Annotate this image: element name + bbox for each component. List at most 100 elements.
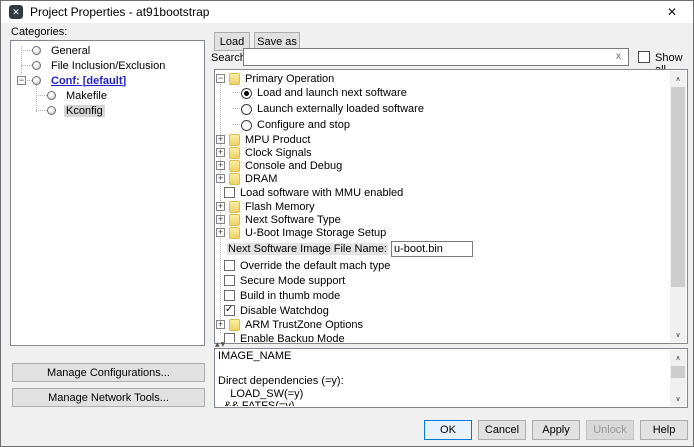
expand-toggle-icon[interactable]: +	[216, 135, 225, 144]
config-label[interactable]: Load and launch next software	[257, 87, 407, 99]
config-row-arm-trustzone-options[interactable]: + ARM TrustZone Options	[216, 318, 670, 331]
config-row-console-and-debug[interactable]: + Console and Debug	[216, 159, 670, 172]
config-label[interactable]: Secure Mode support	[240, 275, 345, 287]
scrollbar-thumb[interactable]	[671, 366, 685, 378]
collapse-toggle-icon[interactable]: −	[216, 74, 225, 83]
category-label[interactable]: File Inclusion/Exclusion	[49, 60, 167, 72]
sidebar-item-file-inclusion-exclusion[interactable]: File Inclusion/Exclusion	[11, 58, 204, 73]
expand-toggle-icon[interactable]: +	[216, 174, 225, 183]
config-row-mpu-product[interactable]: + MPU Product	[216, 133, 670, 146]
radio-button[interactable]	[241, 88, 252, 99]
scroll-up-icon[interactable]: ∧	[670, 71, 686, 86]
config-label[interactable]: Next Software Image File Name:	[227, 243, 388, 255]
expand-toggle-icon[interactable]: +	[216, 202, 225, 211]
config-row-primary-operation[interactable]: − Primary Operation	[216, 72, 670, 85]
scroll-down-icon[interactable]: ∨	[670, 391, 686, 406]
config-row-override-the-default-mach-type[interactable]: Override the default mach type	[216, 258, 670, 273]
checkbox[interactable]	[224, 290, 235, 301]
radio-button[interactable]	[241, 120, 252, 131]
config-label[interactable]: MPU Product	[245, 134, 310, 146]
config-group-icon	[229, 73, 240, 85]
config-label[interactable]: Next Software Type	[245, 214, 341, 226]
config-label[interactable]: Clock Signals	[245, 147, 312, 159]
ok-button[interactable]: OK	[424, 420, 472, 440]
config-row-flash-memory[interactable]: + Flash Memory	[216, 200, 670, 213]
categories-tree: General File Inclusion/Exclusion − Conf: [d…	[10, 40, 205, 346]
manage-network-tools-button[interactable]: Manage Network Tools...	[12, 388, 205, 407]
config-row-load-software-with-mmu-enabled[interactable]: Load software with MMU enabled	[216, 185, 670, 200]
category-node-icon	[32, 46, 41, 55]
apply-button[interactable]: Apply	[532, 420, 580, 440]
category-node-icon	[47, 106, 56, 115]
config-row-configure-and-stop[interactable]: Configure and stop	[216, 117, 670, 133]
symbol-help-panel: IMAGE_NAME Direct dependencies (=y): LOA…	[214, 348, 688, 408]
search-input[interactable]	[243, 48, 629, 66]
config-row-load-and-launch-next-software[interactable]: Load and launch next software	[216, 85, 670, 101]
config-label[interactable]: Build in thumb mode	[240, 290, 340, 302]
checkbox[interactable]	[224, 275, 235, 286]
scroll-up-icon[interactable]: ∧	[670, 350, 686, 365]
config-label[interactable]: Flash Memory	[245, 201, 315, 213]
config-row-enable-backup-mode[interactable]: Enable Backup Mode	[216, 331, 670, 342]
sidebar-item-conf-default[interactable]: − Conf: [default]	[11, 73, 204, 88]
config-label[interactable]: Load software with MMU enabled	[240, 187, 403, 199]
category-label[interactable]: Kconfig	[64, 105, 105, 117]
checkbox[interactable]	[224, 187, 235, 198]
config-row-next-software-image-file-name[interactable]: Next Software Image File Name:	[216, 239, 670, 258]
category-node-icon	[32, 76, 41, 85]
config-row-dram[interactable]: + DRAM	[216, 172, 670, 185]
config-label[interactable]: Disable Watchdog	[240, 305, 329, 317]
clear-search-icon[interactable]: x	[616, 51, 621, 62]
splitter-grip[interactable]: ▲▼	[215, 341, 226, 348]
config-label[interactable]: Enable Backup Mode	[240, 333, 345, 343]
image-file-name-input[interactable]	[391, 241, 473, 257]
show-all-checkbox[interactable]	[638, 51, 650, 63]
help-scrollbar[interactable]: ∧ ∨	[670, 350, 686, 406]
category-label[interactable]: General	[49, 45, 92, 57]
config-label[interactable]: ARM TrustZone Options	[245, 319, 363, 331]
config-row-u-boot-image-storage-setup[interactable]: + U-Boot Image Storage Setup	[216, 226, 670, 239]
expand-toggle-icon[interactable]: +	[216, 148, 225, 157]
collapse-toggle-icon[interactable]: −	[17, 76, 26, 85]
expand-toggle-icon[interactable]: +	[216, 215, 225, 224]
config-row-build-in-thumb-mode[interactable]: Build in thumb mode	[216, 288, 670, 303]
config-group-icon	[229, 173, 240, 185]
sidebar-item-general[interactable]: General	[11, 43, 204, 58]
expand-toggle-icon[interactable]: +	[216, 161, 225, 170]
checkbox[interactable]	[224, 305, 235, 316]
kconfig-tree-panel: − Primary Operation Load and launch next s…	[214, 69, 688, 344]
config-label[interactable]: Launch externally loaded software	[257, 103, 424, 115]
radio-button[interactable]	[241, 104, 252, 115]
config-label[interactable]: Override the default mach type	[240, 260, 390, 272]
sidebar-item-kconfig[interactable]: Kconfig	[11, 103, 204, 118]
close-icon[interactable]: ✕	[651, 1, 693, 23]
mplab-x-app-icon: ✕	[9, 5, 23, 19]
config-label[interactable]: DRAM	[245, 173, 277, 185]
manage-configurations-button[interactable]: Manage Configurations...	[12, 363, 205, 382]
config-group-icon	[229, 214, 240, 226]
config-label[interactable]: U-Boot Image Storage Setup	[245, 227, 386, 239]
scroll-down-icon[interactable]: ∨	[670, 327, 686, 342]
sidebar-item-makefile[interactable]: Makefile	[11, 88, 204, 103]
category-label[interactable]: Conf: [default]	[49, 75, 128, 87]
config-label[interactable]: Console and Debug	[245, 160, 342, 172]
tree-scrollbar[interactable]: ∧ ∨	[670, 71, 686, 342]
expand-toggle-icon[interactable]: +	[216, 320, 225, 329]
config-label[interactable]: Configure and stop	[257, 119, 350, 131]
cancel-button[interactable]: Cancel	[478, 420, 526, 440]
checkbox[interactable]	[224, 260, 235, 271]
config-row-secure-mode-support[interactable]: Secure Mode support	[216, 273, 670, 288]
expand-toggle-icon[interactable]: +	[216, 228, 225, 237]
config-row-launch-externally-loaded-software[interactable]: Launch externally loaded software	[216, 101, 670, 117]
categories-heading: Categories:	[11, 26, 67, 38]
config-group-icon	[229, 147, 240, 159]
tree-connector	[21, 50, 32, 51]
config-row-next-software-type[interactable]: + Next Software Type	[216, 213, 670, 226]
help-button[interactable]: Help	[640, 420, 688, 440]
category-label[interactable]: Makefile	[64, 90, 109, 102]
config-row-clock-signals[interactable]: + Clock Signals	[216, 146, 670, 159]
config-label[interactable]: Primary Operation	[245, 73, 334, 85]
config-row-disable-watchdog[interactable]: Disable Watchdog	[216, 303, 670, 318]
kconfig-tree: − Primary Operation Load and launch next s…	[216, 71, 670, 342]
scrollbar-thumb[interactable]	[671, 87, 685, 287]
